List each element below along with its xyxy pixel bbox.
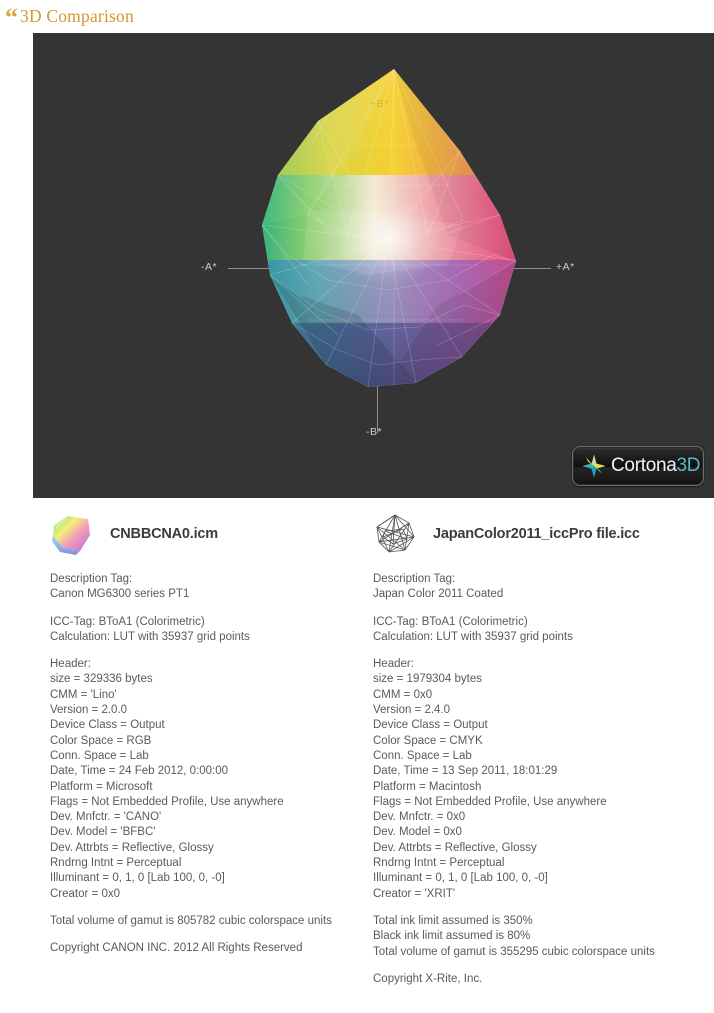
calculation-line: Calculation: LUT with 35937 grid points — [373, 630, 573, 643]
header-label: Header: — [50, 658, 91, 671]
info-line: Dev. Model = 0x0 — [373, 826, 462, 839]
info-line: size = 1979304 bytes — [373, 673, 483, 686]
profile-filename-right: JapanColor2011_iccPro file.icc — [433, 526, 640, 542]
color-gamut-solid-icon — [52, 516, 90, 555]
info-line: Conn. Space = Lab — [50, 749, 149, 762]
icc-tag-block-left: ICC-Tag: BToA1 (Colorimetric) Calculatio… — [50, 615, 380, 646]
profile-header-right: JapanColor2011_iccPro file.icc — [373, 506, 703, 562]
info-line: Device Class = Output — [373, 719, 488, 732]
info-line: Dev. Model = 'BFBC' — [50, 826, 156, 839]
info-line: Flags = Not Embedded Profile, Use anywhe… — [50, 795, 284, 808]
info-line: Total volume of gamut is 805782 cubic co… — [50, 914, 332, 927]
description-value: Japan Color 2011 Coated — [373, 588, 504, 601]
info-line: Illuminant = 0, 1, 0 [Lab 100, 0, -0] — [50, 872, 225, 885]
info-line: Flags = Not Embedded Profile, Use anywhe… — [373, 795, 607, 808]
info-line: Copyright CANON INC. 2012 All Rights Res… — [50, 942, 303, 955]
info-line: size = 329336 bytes — [50, 673, 153, 686]
description-block-left: Description Tag: Canon MG6300 series PT1 — [50, 572, 380, 603]
cortona-word-text: Cortona — [611, 455, 677, 476]
cortona-star-icon — [582, 454, 606, 478]
axis-label-minus-b: -B* — [366, 426, 383, 438]
info-line: Dev. Mnfctr. = 'CANO' — [50, 811, 162, 824]
info-line: Platform = Microsoft — [50, 780, 153, 793]
copyright-lines-left: Copyright CANON INC. 2012 All Rights Res… — [50, 941, 380, 956]
info-line: Rndrng Intnt = Perceptual — [373, 857, 505, 870]
summary-block-right: Total ink limit assumed is 350% Black ink… — [373, 914, 703, 960]
profile-column-right: JapanColor2011_iccPro file.icc Descripti… — [373, 506, 703, 999]
decorative-quote-icon: “ — [5, 3, 18, 32]
info-line: Color Space = RGB — [50, 734, 152, 747]
profile-header-left: CNBBCNA0.icm — [50, 506, 380, 562]
description-label: Description Tag: — [373, 573, 456, 585]
calculation-line: Calculation: LUT with 35937 grid points — [50, 630, 250, 643]
header-block-right: Header: size = 1979304 bytes CMM = 0x0 Ver… — [373, 657, 703, 902]
info-line: Copyright X-Rite, Inc. — [373, 972, 483, 985]
icc-tag-line: ICC-Tag: BToA1 (Colorimetric) — [373, 615, 528, 628]
axis-label-minus-a: -A* — [201, 261, 218, 273]
info-line: Dev. Mnfctr. = 0x0 — [373, 811, 466, 824]
summary-lines-left: Total volume of gamut is 805782 cubic co… — [50, 914, 380, 929]
cortona-wordmark: Cortona3D — [611, 455, 700, 477]
info-line: Conn. Space = Lab — [373, 749, 472, 762]
axis-label-plus-a: +A* — [556, 261, 575, 273]
copyright-block-left: Copyright CANON INC. 2012 All Rights Res… — [50, 941, 380, 956]
info-line: Version = 2.4.0 — [373, 704, 451, 717]
description-block-right: Description Tag: Japan Color 2011 Coated — [373, 572, 703, 603]
cortona-3d-text: 3D — [676, 455, 701, 476]
icc-tag-line: ICC-Tag: BToA1 (Colorimetric) — [50, 615, 205, 628]
page-title-bar: “ 3D Comparison — [0, 0, 714, 32]
description-label: Description Tag: — [50, 573, 133, 585]
info-line: Platform = Macintosh — [373, 780, 482, 793]
page-root: “ 3D Comparison -A* +A* -B* +B* Cortona3… — [0, 0, 714, 1013]
info-line: Total ink limit assumed is 350% — [373, 914, 533, 927]
3d-gamut-viewer[interactable]: -A* +A* -B* +B* Cortona3D — [33, 33, 714, 498]
description-value: Canon MG6300 series PT1 — [50, 588, 190, 601]
header-lines-left: size = 329336 bytes CMM = 'Lino' Version =… — [50, 672, 380, 901]
info-line: Color Space = CMYK — [373, 734, 483, 747]
profile-column-left: CNBBCNA0.icm Description Tag: Canon MG63… — [50, 506, 380, 969]
summary-lines-right: Total ink limit assumed is 350% Black ink… — [373, 914, 703, 960]
info-line: Total volume of gamut is 355295 cubic co… — [373, 945, 655, 958]
gamut-solid-3d[interactable] — [248, 65, 528, 395]
viewer-canvas[interactable]: -A* +A* -B* +B* Cortona3D — [33, 33, 714, 498]
header-lines-right: size = 1979304 bytes CMM = 0x0 Version = 2… — [373, 672, 703, 901]
cortona3d-logo-badge[interactable]: Cortona3D — [572, 446, 704, 486]
info-line: CMM = 'Lino' — [50, 688, 117, 701]
summary-block-left: Total volume of gamut is 805782 cubic co… — [50, 914, 380, 929]
icc-tag-block-right: ICC-Tag: BToA1 (Colorimetric) Calculatio… — [373, 615, 703, 646]
info-line: Dev. Attrbts = Reflective, Glossy — [50, 841, 214, 854]
copyright-block-right: Copyright X-Rite, Inc. — [373, 972, 703, 987]
header-block-left: Header: size = 329336 bytes CMM = 'Lino' V… — [50, 657, 380, 902]
header-label: Header: — [373, 658, 414, 671]
info-line: Date, Time = 24 Feb 2012, 0:00:00 — [50, 765, 229, 778]
info-line: Black ink limit assumed is 80% — [373, 930, 531, 943]
info-line: Dev. Attrbts = Reflective, Glossy — [373, 841, 537, 854]
info-line: Device Class = Output — [50, 719, 165, 732]
info-line: Creator = 0x0 — [50, 887, 120, 900]
info-line: Creator = 'XRIT' — [373, 887, 456, 900]
info-line: Date, Time = 13 Sep 2011, 18:01:29 — [373, 765, 558, 778]
wireframe-gamut-icon — [376, 514, 415, 553]
info-line: Version = 2.0.0 — [50, 704, 128, 717]
info-line: CMM = 0x0 — [373, 688, 433, 701]
copyright-lines-right: Copyright X-Rite, Inc. — [373, 972, 703, 987]
axis-label-plus-b: +B* — [370, 98, 389, 110]
info-line: Illuminant = 0, 1, 0 [Lab 100, 0, -0] — [373, 872, 548, 885]
info-line: Rndrng Intnt = Perceptual — [50, 857, 182, 870]
page-title: 3D Comparison — [20, 5, 134, 26]
profile-filename-left: CNBBCNA0.icm — [110, 526, 218, 542]
